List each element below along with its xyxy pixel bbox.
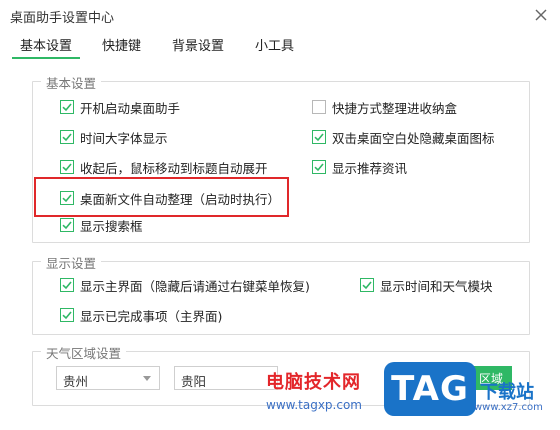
active-tab-indicator	[12, 57, 80, 59]
check-icon	[314, 133, 324, 142]
weather-region-title: 天气区域设置	[41, 343, 127, 362]
watermark-url-2: www.xz7.com	[474, 402, 543, 413]
tag-logo-text: TAG	[391, 369, 469, 409]
check-icon	[62, 281, 72, 290]
checkbox[interactable]	[360, 278, 374, 292]
title-bar: 桌面助手设置中心	[0, 0, 560, 30]
check-icon	[62, 221, 72, 230]
city-value: 贵阳	[181, 374, 207, 389]
check-icon	[62, 133, 72, 142]
option-show-main-ui[interactable]: 显示主界面（隐藏后请通过右键菜单恢复)	[60, 276, 310, 294]
tab-background-settings[interactable]: 背景设置	[172, 35, 224, 54]
option-auto-expand[interactable]: 收起后，鼠标移动到标题自动展开	[60, 158, 268, 176]
option-label: 快捷方式整理进收纳盒	[332, 100, 458, 116]
check-icon	[62, 103, 72, 112]
display-settings-title: 显示设置	[41, 253, 102, 272]
option-show-search-box[interactable]: 显示搜索框	[60, 216, 143, 234]
province-value: 贵州	[63, 374, 89, 389]
city-select[interactable]: 贵阳	[174, 366, 278, 390]
watermark-site: 下载站	[480, 382, 534, 403]
tag-logo: TAG	[384, 362, 476, 416]
option-show-completed-items[interactable]: 显示已完成事项（主界面)	[60, 306, 222, 324]
tab-widgets[interactable]: 小工具	[255, 35, 294, 54]
chevron-down-icon	[143, 376, 151, 381]
option-label: 显示时间和天气模块	[380, 278, 493, 294]
check-icon	[314, 163, 324, 172]
option-label: 双击桌面空白处隐藏桌面图标	[332, 130, 495, 146]
option-show-time-weather[interactable]: 显示时间和天气模块	[360, 276, 493, 294]
checkbox[interactable]	[60, 218, 74, 232]
checkbox[interactable]	[60, 100, 74, 114]
checkbox[interactable]	[60, 278, 74, 292]
check-icon	[62, 163, 72, 172]
province-select[interactable]: 贵州	[56, 366, 160, 390]
tab-shortcuts[interactable]: 快捷键	[102, 35, 141, 54]
check-icon	[62, 311, 72, 320]
watermark-text: 电脑技术网	[266, 372, 361, 393]
option-label: 显示主界面（隐藏后请通过右键菜单恢复)	[80, 278, 310, 294]
checkbox[interactable]	[312, 130, 326, 144]
checkbox[interactable]	[60, 308, 74, 322]
checkbox[interactable]	[312, 100, 326, 114]
option-label: 显示推荐资讯	[332, 160, 408, 176]
close-icon	[535, 9, 547, 21]
checkbox[interactable]	[60, 130, 74, 144]
option-label: 显示已完成事项（主界面)	[80, 308, 223, 324]
check-icon	[362, 281, 372, 290]
option-autostart[interactable]: 开机启动桌面助手	[60, 98, 180, 116]
option-show-recommended-news[interactable]: 显示推荐资讯	[312, 158, 407, 176]
settings-window: 桌面助手设置中心 基本设置 快捷键 背景设置 小工具 基本设置 开机启动桌面助手…	[0, 0, 560, 430]
option-label: 显示搜索框	[80, 218, 143, 234]
tab-bar: 基本设置 快捷键 背景设置 小工具	[0, 32, 560, 60]
option-label: 收起后，鼠标移动到标题自动展开	[80, 160, 268, 176]
close-button[interactable]	[530, 4, 552, 26]
option-label: 时间大字体显示	[80, 130, 168, 146]
option-shortcut-to-box[interactable]: 快捷方式整理进收纳盒	[312, 98, 457, 116]
window-title: 桌面助手设置中心	[10, 11, 115, 26]
checkbox[interactable]	[312, 160, 326, 174]
checkbox[interactable]	[60, 160, 74, 174]
option-large-time-font[interactable]: 时间大字体显示	[60, 128, 168, 146]
option-double-click-hide-icons[interactable]: 双击桌面空白处隐藏桌面图标	[312, 128, 495, 146]
option-label: 开机启动桌面助手	[80, 100, 181, 116]
watermark-url: www.tagxp.com	[266, 398, 362, 412]
basic-settings-title: 基本设置	[41, 73, 102, 92]
highlight-box	[34, 177, 289, 217]
tab-basic-settings[interactable]: 基本设置	[20, 35, 72, 54]
